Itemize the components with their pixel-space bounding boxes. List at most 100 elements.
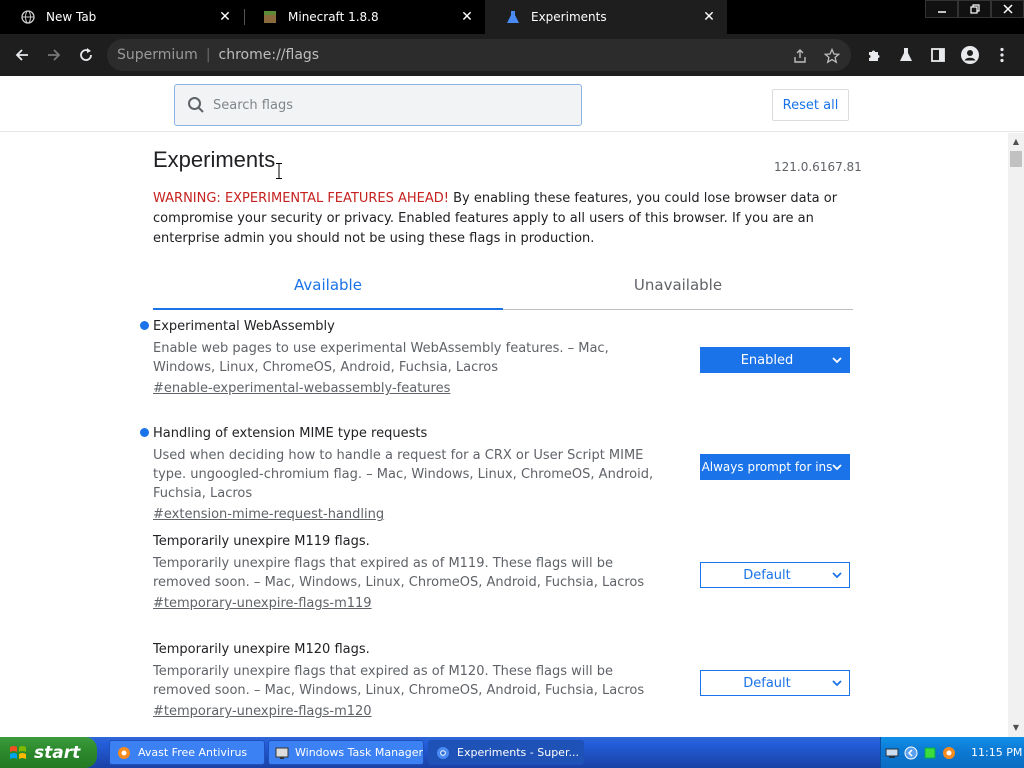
version-number: 121.0.6167.81 bbox=[774, 160, 862, 174]
flag-permalink[interactable]: #temporary-unexpire-flags-m119 bbox=[153, 594, 853, 613]
scroll-thumb[interactable] bbox=[1010, 151, 1022, 167]
warning-label: WARNING: EXPERIMENTAL FEATURES AHEAD! bbox=[153, 191, 449, 206]
tab-title: New Tab bbox=[46, 10, 97, 24]
task-manager-icon bbox=[275, 745, 289, 761]
flag-select[interactable]: Always prompt for ins bbox=[700, 454, 850, 480]
flag-unexpire-m119: Temporarily unexpire M119 flags. Tempora… bbox=[153, 532, 853, 613]
menu-kebab-icon[interactable] bbox=[991, 44, 1013, 66]
taskbar-item-avast[interactable]: Avast Free Antivirus bbox=[109, 740, 265, 765]
page-title: Experiments bbox=[153, 147, 276, 172]
flag-select[interactable]: Default bbox=[700, 670, 850, 696]
flag-select-value: Default bbox=[743, 567, 791, 583]
status-green-icon[interactable] bbox=[922, 745, 938, 761]
flags-content: Experiments 121.0.6167.81 WARNING: EXPER… bbox=[0, 133, 1008, 737]
labs-flask-icon[interactable] bbox=[895, 44, 917, 66]
taskbar-item-label: Windows Task Manager bbox=[295, 746, 424, 759]
restore-icon bbox=[969, 4, 980, 14]
availability-tabs: Available Unavailable bbox=[153, 270, 853, 310]
arrow-right-icon bbox=[48, 49, 61, 61]
windows-logo-icon bbox=[10, 745, 26, 759]
flag-description: Enable web pages to use experimental Web… bbox=[153, 341, 609, 375]
flag-extension-mime-handling: Handling of extension MIME type requests… bbox=[140, 424, 853, 524]
start-label: start bbox=[34, 742, 81, 763]
scroll-up-arrow-icon[interactable]: ▲ bbox=[1011, 137, 1021, 147]
profile-avatar-icon[interactable] bbox=[959, 44, 981, 66]
minimize-icon bbox=[937, 11, 946, 13]
tab-minecraft[interactable]: Minecraft 1.8.8 ✕ bbox=[242, 0, 485, 34]
avast-tray-icon[interactable] bbox=[941, 745, 957, 761]
forward-button[interactable] bbox=[41, 42, 67, 68]
flag-name: Handling of extension MIME type requests bbox=[153, 426, 428, 441]
omnibox-url: chrome://flags bbox=[218, 47, 320, 63]
taskbar-item-label: Experiments - Super... bbox=[457, 746, 579, 759]
omnibox-origin: Supermium bbox=[117, 47, 198, 63]
bookmark-star-icon[interactable] bbox=[823, 47, 841, 65]
close-icon bbox=[1002, 4, 1013, 14]
flag-experimental-webassembly: Experimental WebAssembly Enable web page… bbox=[140, 317, 853, 398]
browser-icon bbox=[435, 745, 451, 761]
system-tray: 11:15 PM bbox=[880, 737, 1024, 768]
search-input[interactable] bbox=[213, 97, 543, 113]
reload-icon bbox=[80, 48, 92, 61]
chevron-down-icon bbox=[831, 568, 843, 582]
tab-experiments[interactable]: Experiments ✕ bbox=[485, 0, 727, 34]
close-tab-icon[interactable]: ✕ bbox=[459, 9, 475, 25]
windows-taskbar: start Avast Free Antivirus Windows Task … bbox=[0, 737, 1024, 768]
avast-icon bbox=[116, 745, 132, 761]
flag-name: Temporarily unexpire M119 flags. bbox=[153, 534, 370, 549]
omnibox-separator: | bbox=[205, 47, 211, 63]
tab-new-tab[interactable]: New Tab ✕ bbox=[0, 0, 243, 34]
text-cursor-icon bbox=[276, 163, 282, 179]
network-icon[interactable] bbox=[884, 745, 900, 761]
taskbar-item-label: Avast Free Antivirus bbox=[138, 746, 248, 759]
browser-toolbar: Supermium | chrome://flags bbox=[0, 34, 1024, 76]
close-tab-icon[interactable]: ✕ bbox=[217, 9, 233, 25]
start-button[interactable]: start bbox=[0, 737, 97, 768]
tab-strip: New Tab ✕ Minecraft 1.8.8 ✕ Experiments … bbox=[0, 0, 1024, 34]
globe-icon bbox=[20, 9, 36, 25]
chevron-down-icon bbox=[831, 460, 843, 474]
reload-button[interactable] bbox=[73, 42, 99, 68]
address-bar[interactable]: Supermium | chrome://flags bbox=[107, 39, 851, 71]
flag-select-value: Always prompt for ins bbox=[701, 460, 833, 474]
minimize-button[interactable] bbox=[925, 0, 958, 18]
flag-select[interactable]: Default bbox=[700, 562, 850, 588]
tab-available[interactable]: Available bbox=[153, 270, 503, 310]
scroll-down-arrow-icon[interactable]: ▼ bbox=[1011, 723, 1021, 733]
reset-all-button[interactable]: Reset all bbox=[772, 89, 849, 121]
flag-permalink[interactable]: #temporary-unexpire-flags-m120 bbox=[153, 702, 853, 721]
flag-name: Experimental WebAssembly bbox=[153, 319, 335, 334]
taskbar-item-task-manager[interactable]: Windows Task Manager bbox=[268, 740, 424, 765]
back-button[interactable] bbox=[9, 42, 35, 68]
chevron-left-icon[interactable] bbox=[903, 745, 919, 761]
flag-name: Temporarily unexpire M120 flags. bbox=[153, 642, 370, 657]
flag-description: Used when deciding how to handle a reque… bbox=[153, 448, 654, 501]
tab-title: Minecraft 1.8.8 bbox=[288, 10, 379, 24]
flag-permalink[interactable]: #enable-experimental-webassembly-feature… bbox=[153, 379, 853, 398]
taskbar-item-browser[interactable]: Experiments - Super... bbox=[428, 740, 584, 765]
window-controls bbox=[925, 0, 1024, 18]
clock: 11:15 PM bbox=[971, 746, 1023, 759]
tab-unavailable[interactable]: Unavailable bbox=[503, 270, 853, 310]
flag-select[interactable]: Enabled bbox=[700, 347, 850, 373]
page-scrollbar[interactable]: ▲ ▼ bbox=[1008, 133, 1024, 737]
modified-indicator bbox=[140, 321, 149, 330]
close-tab-icon[interactable]: ✕ bbox=[701, 9, 717, 25]
flags-search-header: Reset all bbox=[0, 76, 1024, 132]
restore-button[interactable] bbox=[958, 0, 991, 18]
modified-indicator bbox=[140, 428, 149, 437]
close-window-button[interactable] bbox=[991, 0, 1024, 18]
browser-window: New Tab ✕ Minecraft 1.8.8 ✕ Experiments … bbox=[0, 0, 1024, 768]
share-icon[interactable] bbox=[791, 47, 809, 65]
tab-title: Experiments bbox=[531, 10, 607, 24]
chevron-down-icon bbox=[831, 353, 843, 367]
flag-description: Temporarily unexpire flags that expired … bbox=[153, 556, 645, 590]
side-panel-icon[interactable] bbox=[927, 44, 949, 66]
flag-permalink[interactable]: #extension-mime-request-handling bbox=[153, 505, 853, 524]
search-icon bbox=[188, 97, 204, 113]
warning-message: WARNING: EXPERIMENTAL FEATURES AHEAD! By… bbox=[153, 189, 843, 249]
flag-unexpire-m120: Temporarily unexpire M120 flags. Tempora… bbox=[153, 640, 853, 721]
flag-select-value: Enabled bbox=[740, 352, 794, 368]
search-field[interactable] bbox=[174, 84, 582, 126]
extensions-puzzle-icon[interactable] bbox=[863, 44, 885, 66]
